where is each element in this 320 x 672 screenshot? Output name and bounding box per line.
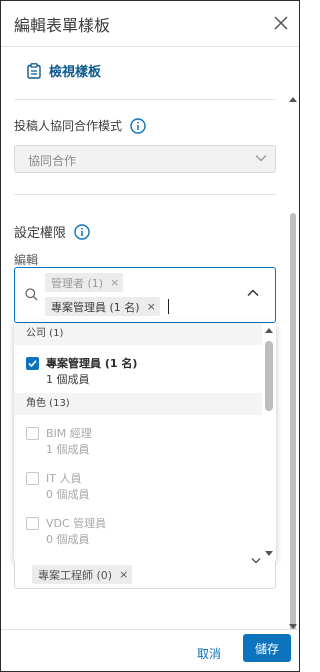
selected-chip: 管理者 (1) × bbox=[45, 273, 124, 292]
permissions-dropdown: 公司 (1) 專案管理員 (1 名) 1 個成員 角色 (13) BIM 經理 … bbox=[14, 323, 276, 561]
edit-template-dialog: 編輯表單樣板 檢視樣板 投稿人協同合作模式 協同合作 設定權限 編輯 管理者 (… bbox=[0, 0, 300, 672]
main-scrollbar[interactable] bbox=[288, 93, 298, 633]
option-name: VDC 管理員 bbox=[46, 517, 107, 530]
collaboration-mode-select: 協同合作 bbox=[14, 145, 276, 173]
save-button[interactable]: 儲存 bbox=[243, 634, 291, 662]
close-icon[interactable] bbox=[273, 15, 289, 31]
option-name: 專案管理員 (1 名) bbox=[46, 357, 138, 370]
edit-permissions-multiselect[interactable]: 管理者 (1) × 專案管理員 (1 名) × bbox=[14, 267, 276, 323]
edit-field-label: 編輯 bbox=[14, 253, 39, 267]
scroll-down-arrow[interactable] bbox=[265, 551, 273, 556]
scroll-up-arrow[interactable] bbox=[289, 97, 297, 102]
selected-chip: 專案工程師 (0) × bbox=[32, 565, 133, 584]
option-name: IT 人員 bbox=[46, 472, 82, 485]
collaboration-mode-heading: 投稿人協同合作模式 bbox=[14, 117, 146, 134]
search-icon bbox=[25, 288, 38, 301]
view-template-link[interactable]: 檢視樣板 bbox=[27, 61, 101, 80]
chip-label: 專案工程師 (0) bbox=[38, 568, 113, 582]
chip-label: 專案管理員 (1 名) bbox=[51, 300, 140, 314]
checkbox[interactable] bbox=[26, 517, 39, 530]
chevron-down-icon bbox=[251, 558, 261, 564]
option-name: BIM 經理 bbox=[46, 427, 92, 440]
info-icon[interactable] bbox=[130, 117, 146, 134]
main-scrollbar-thumb[interactable] bbox=[290, 213, 296, 633]
text-cursor bbox=[168, 299, 169, 314]
chip-remove-icon[interactable]: × bbox=[147, 300, 156, 313]
cancel-button[interactable]: 取消 bbox=[184, 640, 234, 666]
chevron-down-icon bbox=[255, 155, 267, 162]
option-member-count: 1 個成員 bbox=[46, 373, 90, 386]
permissions-label: 設定權限 bbox=[14, 226, 67, 241]
scroll-up-arrow[interactable] bbox=[265, 328, 273, 333]
clipboard-icon bbox=[27, 62, 41, 79]
section-divider bbox=[14, 99, 276, 100]
group-header-company: 公司 (1) bbox=[14, 323, 262, 345]
dropdown-scrollbar[interactable] bbox=[262, 323, 276, 561]
dialog-title: 編輯表單樣板 bbox=[14, 16, 111, 35]
checkbox[interactable] bbox=[26, 472, 39, 485]
collaboration-mode-label: 投稿人協同合作模式 bbox=[14, 119, 123, 133]
check-icon bbox=[28, 360, 37, 368]
checkbox-checked[interactable] bbox=[26, 357, 39, 370]
option-member-count: 0 個成員 bbox=[46, 533, 90, 546]
chevron-up-icon[interactable] bbox=[247, 289, 259, 297]
checkbox[interactable] bbox=[26, 427, 39, 440]
group-header-roles: 角色 (13) bbox=[14, 393, 262, 415]
next-permission-field[interactable]: 專案工程師 (0) × bbox=[14, 558, 276, 589]
dialog-header: 編輯表單樣板 bbox=[1, 1, 299, 47]
collaboration-mode-value: 協同合作 bbox=[28, 154, 77, 168]
dropdown-scrollbar-thumb[interactable] bbox=[265, 341, 273, 411]
option-member-count: 1 個成員 bbox=[46, 443, 90, 456]
chip-remove-icon[interactable]: × bbox=[119, 568, 128, 581]
permissions-heading: 設定權限 bbox=[14, 222, 90, 241]
chip-remove-icon[interactable]: × bbox=[110, 276, 119, 289]
section-divider bbox=[14, 194, 276, 195]
chip-label: 管理者 (1) bbox=[51, 276, 104, 290]
view-template-label: 檢視樣板 bbox=[49, 65, 102, 80]
option-member-count: 0 個成員 bbox=[46, 488, 90, 501]
dialog-footer: 取消 儲存 bbox=[1, 629, 299, 671]
selected-chip: 專案管理員 (1 名) × bbox=[45, 297, 160, 316]
info-icon[interactable] bbox=[74, 223, 90, 240]
